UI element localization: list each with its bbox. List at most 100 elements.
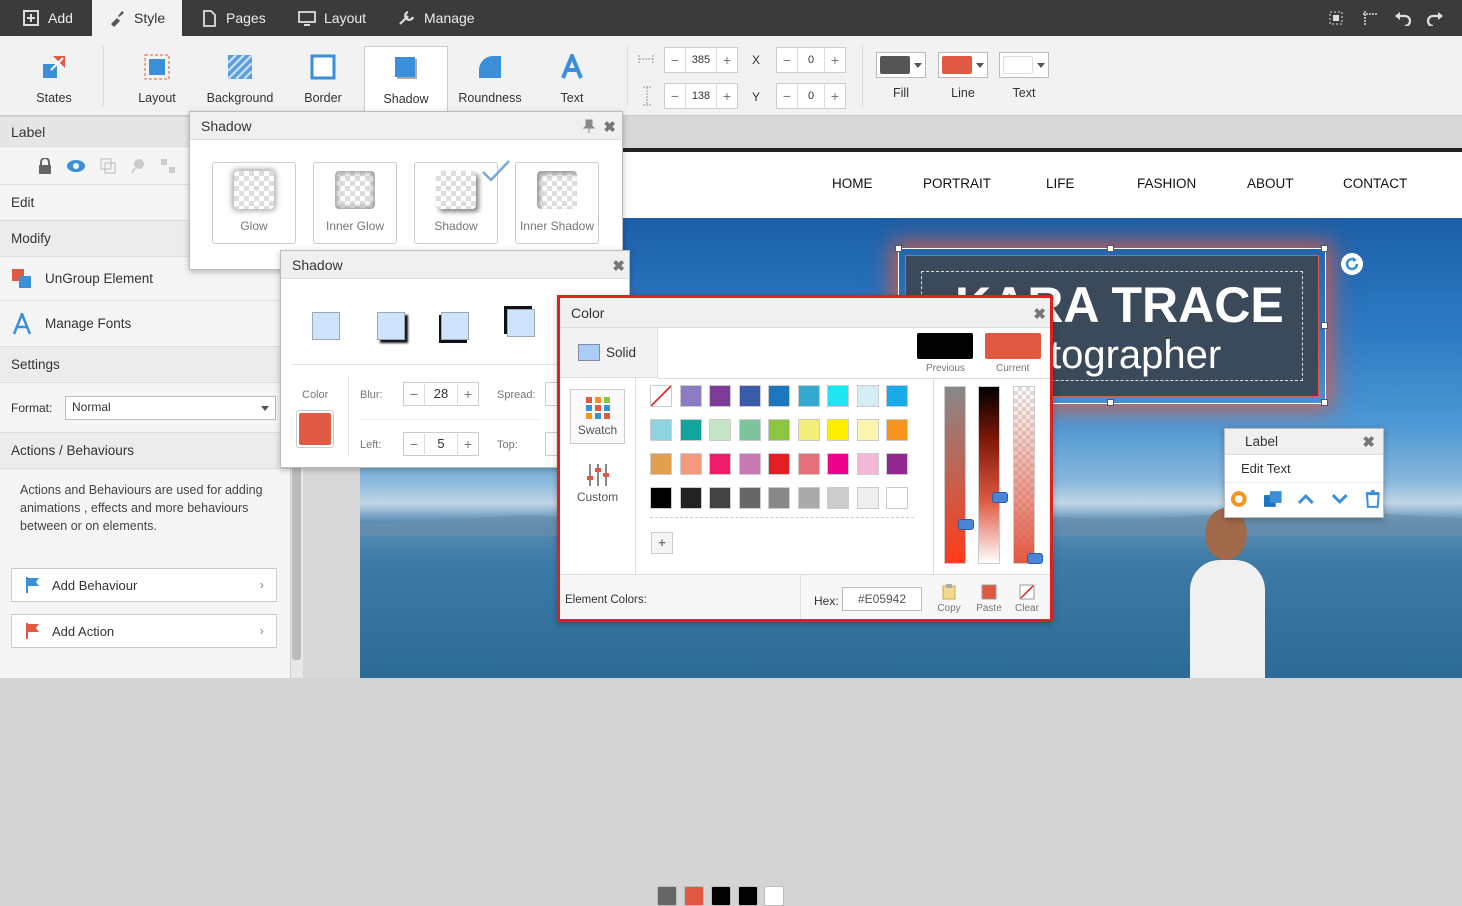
color-swatch[interactable] — [650, 419, 672, 441]
color-swatch[interactable] — [709, 419, 731, 441]
copy-button[interactable]: Copy — [937, 584, 961, 614]
color-swatch[interactable] — [886, 487, 908, 509]
color-swatch[interactable] — [738, 453, 761, 475]
element-color-swatch[interactable] — [711, 886, 731, 906]
x-stepper[interactable]: − 0 + — [776, 47, 846, 73]
layers-icon[interactable] — [1263, 489, 1283, 509]
text-button[interactable]: Text — [530, 46, 614, 116]
x-decrement[interactable]: − — [777, 48, 797, 72]
color-swatch[interactable] — [856, 385, 879, 407]
close-icon[interactable]: ✖ — [612, 257, 625, 275]
inner-shadow-preset[interactable]: Inner Shadow — [515, 162, 599, 244]
resize-handle[interactable] — [1321, 322, 1328, 329]
color-swatch[interactable] — [797, 487, 820, 509]
element-color-swatch[interactable] — [657, 886, 677, 906]
color-swatch[interactable] — [679, 385, 702, 407]
select-icon[interactable] — [1328, 10, 1344, 26]
line-color-button[interactable] — [938, 52, 988, 78]
brightness-slider[interactable] — [978, 386, 1000, 564]
width-increment[interactable]: + — [717, 48, 737, 72]
blur-increment[interactable]: + — [458, 382, 478, 406]
color-swatch[interactable] — [797, 419, 820, 441]
nav-about[interactable]: ABOUT — [1247, 176, 1294, 191]
subheadline-text[interactable]: tographer — [1050, 333, 1221, 378]
glow-preset[interactable]: Glow — [212, 162, 296, 244]
nav-fashion[interactable]: FASHION — [1137, 176, 1196, 191]
color-swatch[interactable] — [679, 487, 702, 509]
hex-input[interactable] — [842, 587, 922, 611]
color-swatch[interactable] — [797, 453, 820, 475]
left-value[interactable]: 5 — [424, 432, 458, 456]
left-stepper[interactable]: − 5 + — [403, 432, 479, 456]
x-increment[interactable]: + — [825, 48, 845, 72]
color-swatch[interactable] — [709, 453, 731, 475]
shadow-button[interactable]: Shadow — [364, 46, 448, 116]
nav-home[interactable]: HOME — [832, 176, 873, 191]
height-increment[interactable]: + — [717, 84, 737, 108]
previous-color[interactable] — [917, 333, 973, 359]
color-swatch[interactable] — [827, 453, 849, 475]
saturation-handle[interactable] — [958, 519, 974, 530]
grid-icon[interactable] — [160, 158, 176, 174]
color-swatch[interactable] — [738, 385, 761, 407]
left-increment[interactable]: + — [458, 432, 478, 456]
fill-color-button[interactable] — [876, 52, 926, 78]
states-button[interactable]: States — [12, 46, 96, 116]
height-decrement[interactable]: − — [665, 84, 685, 108]
lock-icon[interactable] — [38, 157, 52, 174]
color-swatch[interactable] — [886, 453, 908, 475]
scrollbar-thumb[interactable] — [292, 450, 301, 660]
tab-manage[interactable]: Manage — [398, 0, 475, 36]
blur-decrement[interactable]: − — [404, 382, 424, 406]
clear-button[interactable]: Clear — [1012, 584, 1042, 614]
trash-icon[interactable] — [1363, 489, 1383, 509]
color-swatch[interactable] — [856, 487, 879, 509]
chevron-up-icon[interactable] — [1296, 489, 1316, 509]
width-decrement[interactable]: − — [665, 48, 685, 72]
brightness-handle[interactable] — [992, 492, 1008, 503]
shadow-style-inset[interactable] — [507, 309, 535, 337]
solid-mode-tab[interactable]: Solid — [560, 328, 658, 378]
y-decrement[interactable]: − — [777, 84, 797, 108]
manage-fonts-button[interactable]: Manage Fonts — [0, 301, 290, 347]
close-icon[interactable]: ✖ — [603, 118, 616, 136]
width-value[interactable]: 385 — [685, 48, 717, 72]
tab-pages[interactable]: Pages — [200, 0, 266, 36]
background-button[interactable]: Background — [198, 46, 282, 116]
add-action-button[interactable]: Add Action › — [11, 614, 277, 648]
current-color[interactable] — [985, 333, 1041, 359]
chevron-down-icon[interactable] — [1330, 489, 1350, 509]
width-stepper[interactable]: − 385 + — [664, 47, 738, 73]
color-swatch[interactable] — [738, 419, 761, 441]
pin-icon[interactable] — [583, 119, 595, 133]
nav-contact[interactable]: CONTACT — [1343, 176, 1407, 191]
close-icon[interactable]: ✖ — [1362, 433, 1375, 451]
color-swatch[interactable] — [768, 385, 790, 407]
color-swatch[interactable] — [856, 419, 879, 441]
element-color-swatch[interactable] — [764, 886, 784, 906]
add-swatch-button[interactable]: + — [651, 532, 673, 554]
resize-handle[interactable] — [1321, 399, 1328, 406]
color-swatch[interactable] — [709, 487, 731, 509]
rotate-icon[interactable] — [1340, 252, 1364, 276]
color-swatch[interactable] — [797, 385, 820, 407]
paste-button[interactable]: Paste — [974, 584, 1004, 614]
settings-row[interactable]: Settings — [0, 347, 290, 383]
color-swatch[interactable] — [650, 453, 672, 475]
opacity-handle[interactable] — [1027, 553, 1043, 564]
color-swatch[interactable] — [827, 385, 849, 407]
left-decrement[interactable]: − — [404, 432, 424, 456]
paint-icon[interactable] — [130, 158, 146, 174]
eye-icon[interactable] — [66, 159, 86, 173]
color-swatch[interactable] — [768, 419, 790, 441]
blur-value[interactable]: 28 — [424, 382, 458, 406]
inner-glow-preset[interactable]: Inner Glow — [313, 162, 397, 244]
tab-add[interactable]: Add — [22, 0, 73, 36]
color-swatch[interactable] — [738, 487, 761, 509]
swatch-mode-button[interactable]: Swatch — [570, 389, 625, 444]
blur-stepper[interactable]: − 28 + — [403, 382, 479, 406]
actions-behaviours-row[interactable]: Actions / Behaviours — [0, 433, 290, 469]
shadow-style-soft[interactable] — [377, 312, 405, 340]
color-swatch[interactable] — [768, 453, 790, 475]
color-swatch[interactable] — [650, 487, 672, 509]
